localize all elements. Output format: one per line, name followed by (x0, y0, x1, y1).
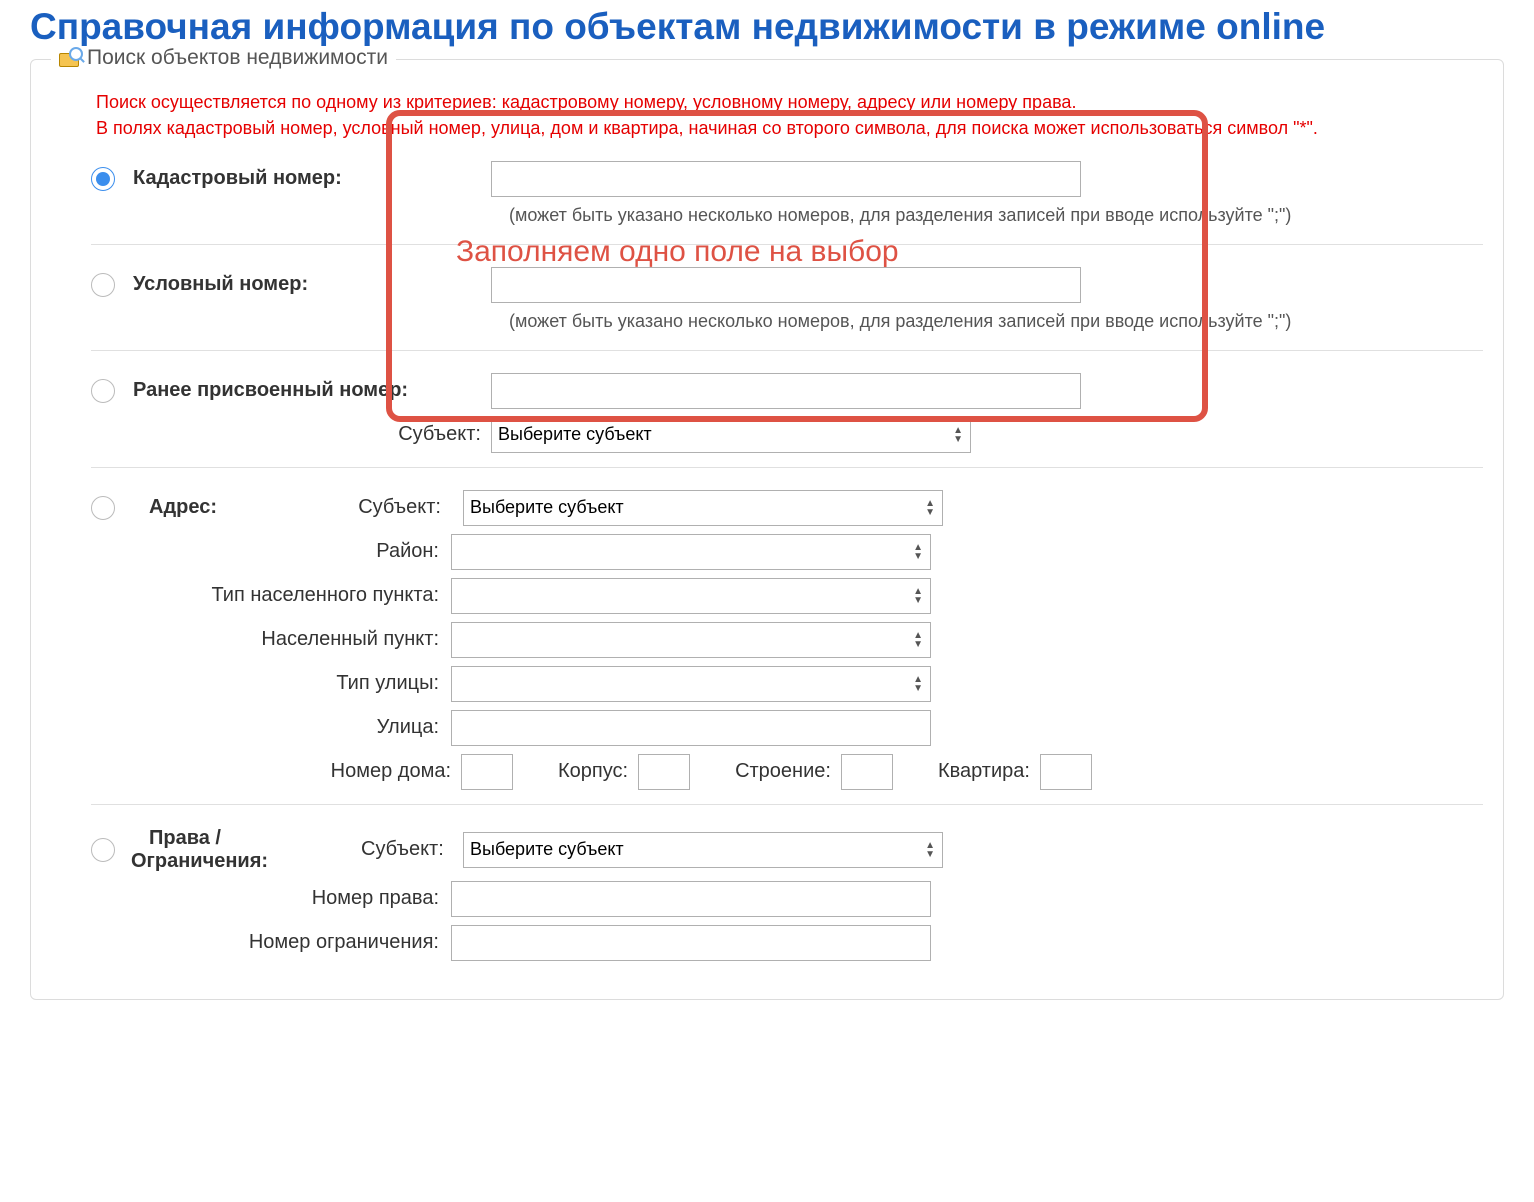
info-block: Поиск осуществляется по одному из критер… (96, 90, 1483, 140)
select-addr-settlement-type-value[interactable] (451, 578, 931, 614)
panel-title: Поиск объектов недвижимости (87, 46, 388, 70)
input-rights-number[interactable] (451, 881, 931, 917)
input-previous[interactable] (491, 373, 1081, 409)
label-addr-street: Улица: (377, 716, 439, 738)
label-rights: Права / Ограничения: (131, 827, 268, 872)
label-addr-house: Номер дома: (91, 760, 461, 783)
label-address: Адрес: (149, 496, 217, 518)
select-addr-district-value[interactable] (451, 534, 931, 570)
radio-rights[interactable] (91, 838, 115, 862)
select-addr-subject-value[interactable] (463, 490, 943, 526)
input-addr-house[interactable] (461, 754, 513, 790)
input-addr-street[interactable] (451, 710, 931, 746)
select-addr-settlement-type[interactable]: ▲▼ (451, 578, 931, 614)
label-conditional: Условный номер: (133, 273, 308, 296)
radio-cadastral[interactable] (91, 167, 115, 191)
label-addr-district: Район: (376, 540, 439, 562)
select-previous-subject[interactable]: ▲▼ (491, 417, 971, 453)
hint-cadastral: (может быть указано несколько номеров, д… (509, 205, 1483, 226)
search-folder-icon (59, 49, 81, 67)
input-cadastral[interactable] (491, 161, 1081, 197)
select-rights-subject-value[interactable] (463, 832, 943, 868)
select-addr-street-type[interactable]: ▲▼ (451, 666, 931, 702)
select-addr-settlement-value[interactable] (451, 622, 931, 658)
hint-conditional: (может быть указано несколько номеров, д… (509, 311, 1483, 332)
select-previous-subject-value[interactable] (491, 417, 971, 453)
radio-conditional[interactable] (91, 273, 115, 297)
select-addr-district[interactable]: ▲▼ (451, 534, 931, 570)
input-addr-building[interactable] (841, 754, 893, 790)
input-addr-apartment[interactable] (1040, 754, 1092, 790)
select-addr-street-type-value[interactable] (451, 666, 931, 702)
label-addr-settlement-type: Тип населенного пункта: (211, 584, 439, 606)
label-addr-street-type: Тип улицы: (336, 672, 439, 694)
radio-previous[interactable] (91, 379, 115, 403)
info-line-2: В полях кадастровый номер, условный номе… (96, 116, 1483, 141)
input-conditional[interactable] (491, 267, 1081, 303)
label-addr-corpus: Корпус: (558, 760, 638, 783)
label-cadastral: Кадастровый номер: (133, 167, 342, 190)
page-title: Справочная информация по объектам недвиж… (30, 5, 1504, 49)
info-line-1: Поиск осуществляется по одному из критер… (96, 90, 1483, 115)
label-addr-building: Строение: (735, 760, 841, 783)
label-rights-subject: Субъект: (361, 838, 454, 860)
label-previous-subject: Субъект: (398, 423, 491, 446)
search-panel: Поиск объектов недвижимости Поиск осущес… (30, 59, 1504, 999)
label-previous: Ранее присвоенный номер: (133, 379, 408, 402)
select-addr-subject[interactable]: ▲▼ (463, 490, 943, 526)
label-addr-apartment: Квартира: (938, 760, 1040, 783)
select-rights-subject[interactable]: ▲▼ (463, 832, 943, 868)
label-addr-settlement: Населенный пункт: (261, 628, 439, 650)
select-addr-settlement[interactable]: ▲▼ (451, 622, 931, 658)
input-addr-corpus[interactable] (638, 754, 690, 790)
label-rights-number: Номер права: (312, 887, 439, 909)
label-addr-subject: Субъект: (358, 496, 451, 518)
radio-address[interactable] (91, 496, 115, 520)
panel-legend: Поиск объектов недвижимости (51, 46, 396, 70)
input-restriction-number[interactable] (451, 925, 931, 961)
label-restriction-number: Номер ограничения: (249, 931, 439, 953)
